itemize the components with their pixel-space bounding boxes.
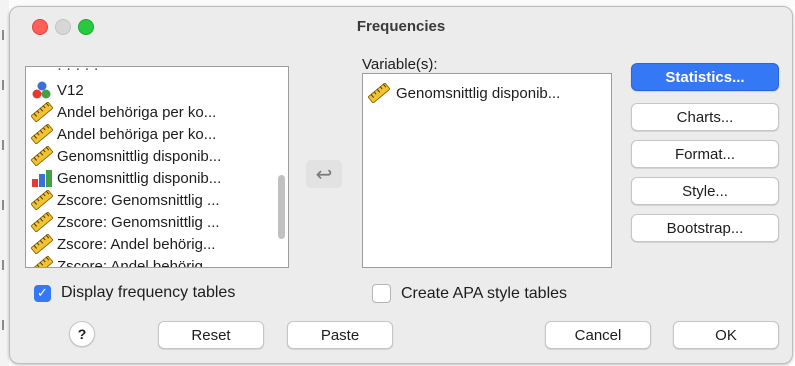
list-item[interactable]: Andel behöriga per ko... [26, 101, 274, 123]
list-item[interactable]: Zscore: Genomsnittlig ... [26, 189, 274, 211]
list-item-label: Zscore: Genomsnittlig ... [57, 191, 220, 209]
list-item[interactable]: · · · · · [26, 67, 274, 79]
title-bar: Frequencies [10, 7, 792, 45]
list-item[interactable]: Genomsnittlig disponib... [26, 145, 274, 167]
list-item-label: Zscore: Andel behörig... [57, 257, 216, 268]
scale-ruler-icon [31, 101, 53, 123]
nominal-icon [31, 80, 53, 100]
list-item[interactable]: Andel behöriga per ko... [26, 123, 274, 145]
move-variable-button[interactable]: ↩ [306, 160, 342, 188]
window-title: Frequencies [356, 18, 446, 35]
scale-ruler-icon [31, 123, 53, 145]
help-button[interactable]: ? [69, 321, 95, 347]
scale-ruler-icon [31, 145, 53, 167]
list-item-label: Andel behöriga per ko... [57, 125, 217, 143]
scale-ruler-icon [31, 211, 53, 233]
scale-ruler-icon [31, 233, 53, 255]
list-scrollbar[interactable] [278, 175, 285, 239]
variables-list[interactable]: Genomsnittlig disponib... [362, 73, 612, 268]
checkbox-unchecked[interactable] [372, 284, 391, 303]
scale-ruler-icon [368, 82, 390, 104]
checkbox-checked[interactable]: ✓ [34, 284, 51, 302]
list-item-label: Genomsnittlig disponib... [57, 147, 222, 165]
background-window-edge [0, 0, 9, 366]
create-apa-style-tables-option[interactable]: Create APA style tables [372, 284, 567, 303]
scale-ruler-icon [31, 255, 53, 267]
list-item-label: Andel behöriga per ko... [57, 103, 217, 121]
bootstrap-button[interactable]: Bootstrap... [631, 214, 779, 242]
list-item[interactable]: Genomsnittlig disponib... [363, 82, 560, 104]
ok-button[interactable]: OK [673, 321, 779, 349]
list-item-label: Genomsnittlig disponib... [396, 84, 561, 102]
style-button[interactable]: Style... [631, 177, 779, 205]
list-item[interactable]: Genomsnittlig disponib... [26, 167, 274, 189]
variables-label: Variable(s): [362, 56, 438, 73]
statistics-button[interactable]: Statistics... [631, 63, 779, 91]
format-button[interactable]: Format... [631, 140, 779, 168]
ordinal-bar-icon [31, 168, 53, 188]
display-frequency-tables-option[interactable]: ✓ Display frequency tables [34, 284, 235, 302]
paste-button[interactable]: Paste [287, 321, 393, 349]
list-item-label: V12 [57, 81, 84, 99]
create-apa-style-tables-label: Create APA style tables [401, 284, 568, 302]
list-item[interactable]: Zscore: Andel behörig... [26, 255, 274, 268]
source-variable-list[interactable]: · · · · · V12 Andel behöriga per ko... A… [25, 66, 289, 268]
cancel-button[interactable]: Cancel [545, 321, 651, 349]
scale-ruler-icon [31, 189, 53, 211]
charts-button[interactable]: Charts... [631, 103, 779, 131]
list-item-label: Zscore: Genomsnittlig ... [57, 213, 220, 231]
reset-button[interactable]: Reset [158, 321, 264, 349]
list-item-label: Zscore: Andel behörig... [57, 235, 216, 253]
list-item[interactable]: Zscore: Andel behörig... [26, 233, 274, 255]
return-arrow-icon: ↩ [315, 163, 333, 186]
list-item-label: Genomsnittlig disponib... [57, 169, 222, 187]
list-item[interactable]: V12 [26, 79, 274, 101]
display-frequency-tables-label: Display frequency tables [61, 284, 236, 301]
variable-icon [31, 67, 53, 78]
list-item[interactable]: Zscore: Genomsnittlig ... [26, 211, 274, 233]
frequencies-dialog: Frequencies · · · · · V12 Andel behöriga… [9, 6, 793, 364]
